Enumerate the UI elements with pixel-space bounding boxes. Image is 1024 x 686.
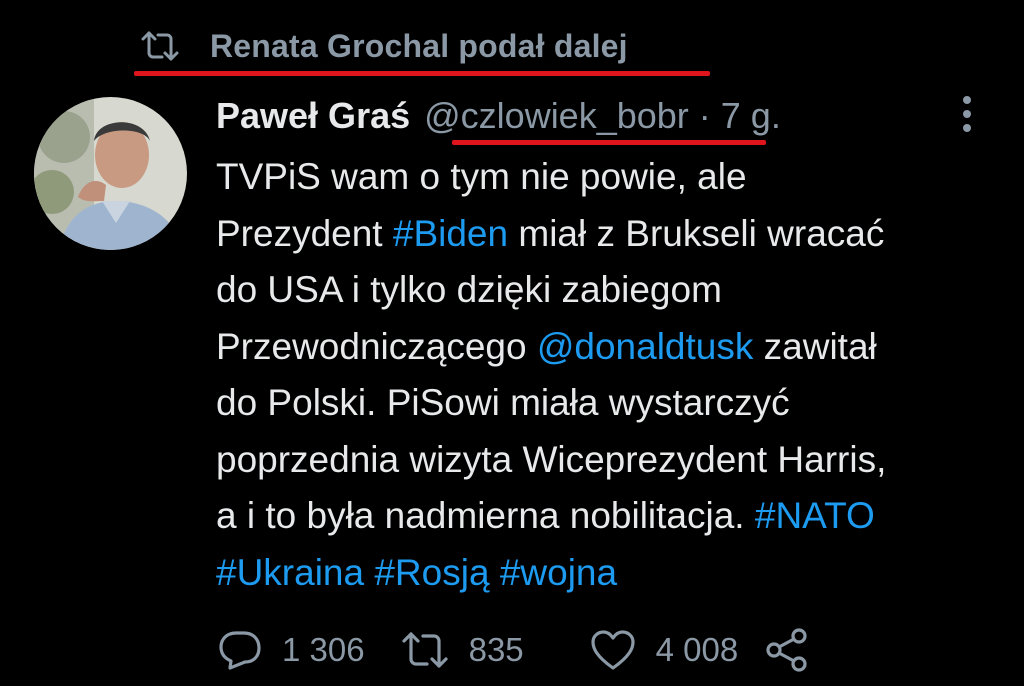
- tweet-text-segment: [364, 552, 374, 593]
- author-handle[interactable]: @czlowiek_bobr: [424, 95, 689, 137]
- like-button[interactable]: 4 008: [590, 629, 739, 671]
- retweet-count: 835: [468, 631, 524, 668]
- tweet-text: TVPiS wam o tym nie powie, ale Prezydent…: [216, 149, 1006, 601]
- tweet-timestamp[interactable]: 7 g.: [721, 95, 781, 137]
- avatar-photo: [34, 97, 187, 250]
- tweet-header: Paweł Graś @czlowiek_bobr · 7 g.: [216, 94, 781, 138]
- reply-icon: [219, 631, 261, 670]
- heart-icon: [591, 630, 635, 670]
- hashtag-link[interactable]: #Biden: [393, 213, 508, 254]
- avatar[interactable]: [34, 97, 187, 250]
- share-button[interactable]: [764, 627, 810, 673]
- share-icon: [766, 628, 807, 672]
- tweet-actions: 1 306 835 4 008: [216, 624, 810, 676]
- hashtag-link[interactable]: #Ukraina: [216, 552, 364, 593]
- more-vertical-icon[interactable]: [955, 95, 979, 135]
- retweet-button[interactable]: 835: [401, 630, 524, 670]
- annotation-underline-retweet: [134, 71, 710, 76]
- mention-link[interactable]: @donaldtusk: [537, 326, 754, 367]
- hashtag-link[interactable]: #wojna: [500, 552, 617, 593]
- hashtag-link[interactable]: #Rosją: [374, 552, 489, 593]
- hashtag-link[interactable]: #NATO: [755, 495, 875, 536]
- tweet-text-segment: [490, 552, 500, 593]
- retweeted-by-label: Renata Grochal podał dalej: [210, 27, 628, 64]
- separator-dot: ·: [698, 95, 711, 136]
- reply-count: 1 306: [282, 631, 365, 668]
- retweet-icon: [141, 31, 179, 61]
- retweet-context[interactable]: Renata Grochal podał dalej: [140, 26, 628, 66]
- retweet-icon: [401, 632, 448, 668]
- author-name[interactable]: Paweł Graś: [216, 95, 410, 137]
- like-count: 4 008: [655, 631, 739, 668]
- annotation-underline-handle: [452, 140, 766, 145]
- reply-button[interactable]: 1 306: [218, 629, 365, 671]
